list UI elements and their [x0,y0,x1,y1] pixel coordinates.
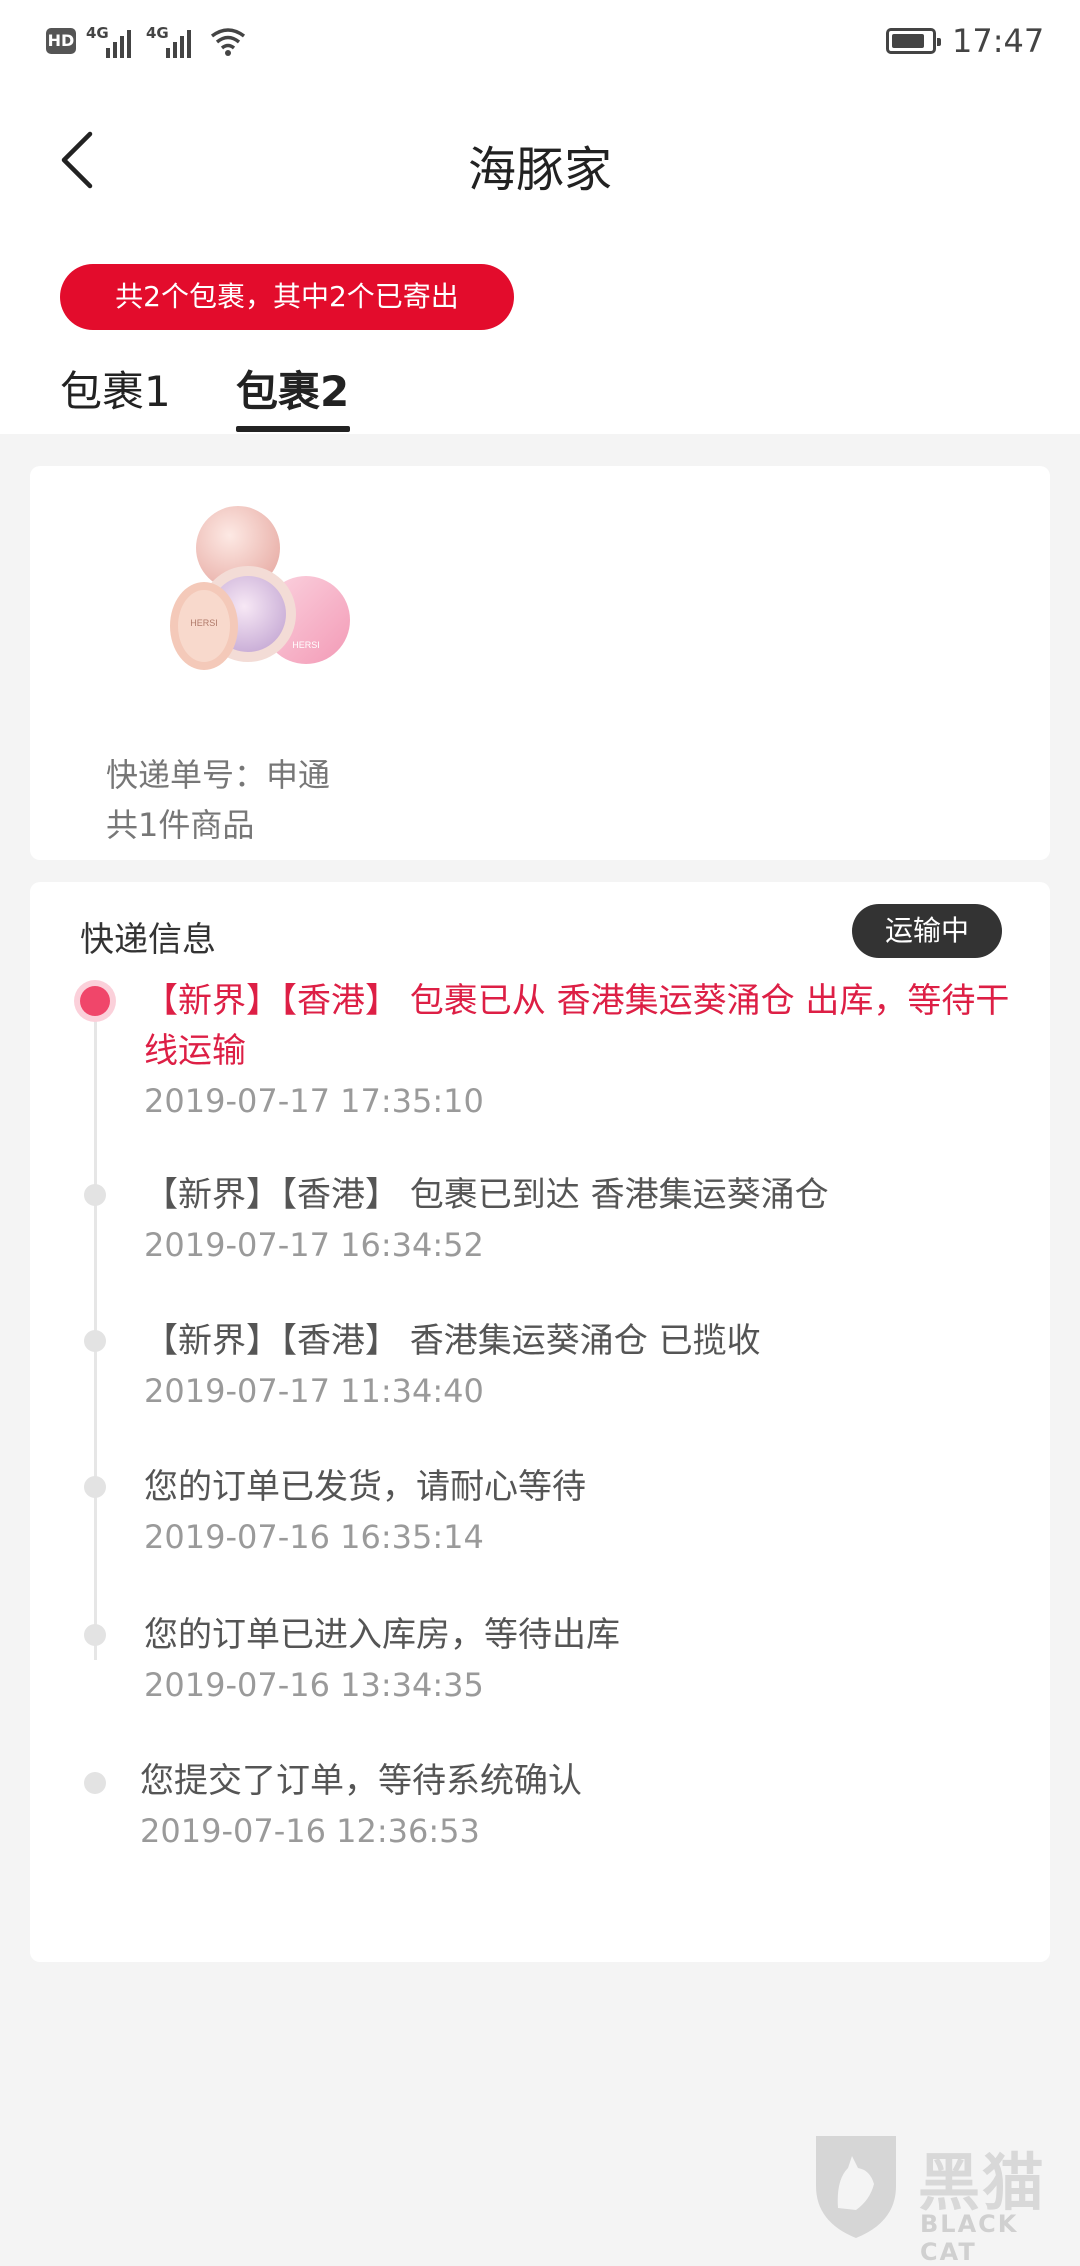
watermark-en: BLACK CAT [920,2210,1019,2266]
wifi-icon [210,28,246,56]
black-cat-shield-icon [816,2136,896,2238]
svg-text:HERSI: HERSI [292,640,320,650]
event-text: 【新界】【香港】 香港集运葵涌仓 已揽收 [144,1321,761,1361]
timeline-dot [84,1476,106,1498]
hd-indicator: HD [46,28,76,54]
item-count: 共1件商品 [106,806,255,844]
tracking-title: 快递信息 [80,920,216,960]
watermark-cn: 黑猫 [918,2146,1047,2219]
event-time: 2019-07-16 13:34:35 [144,1666,484,1704]
tracking-event: 您的订单已发货，请耐心等待 2019-07-16 16:35:14 [144,1462,1024,1556]
event-text: 【新界】【香港】 包裹已到达 香港集运葵涌仓 [144,1175,829,1215]
package-card: HERSI HERSI 快递单号：申通 共1件商品 [30,466,1050,860]
tracking-event: 【新界】【香港】 香港集运葵涌仓 已揽收 2019-07-17 11:34:40 [144,1316,1024,1410]
event-text: 您的订单已发货，请耐心等待 [144,1467,586,1507]
network-label: 4G [86,24,109,42]
event-time: 2019-07-17 16:34:52 [144,1226,484,1264]
event-time: 2019-07-16 16:35:14 [144,1518,484,1556]
watermark: 黑猫 BLACK CAT [808,2130,1080,2266]
event-time: 2019-07-17 17:35:10 [144,1082,484,1120]
signal-icon: 4G [146,24,200,58]
network-label: 4G [146,24,169,42]
tracking-event: 您提交了订单，等待系统确认 2019-07-16 12:36:53 [140,1756,1020,1850]
timeline-dot [84,1184,106,1206]
event-time: 2019-07-16 12:36:53 [140,1812,480,1850]
event-time: 2019-07-17 11:34:40 [144,1372,484,1410]
timeline-dot [84,1624,106,1646]
product-image[interactable]: HERSI HERSI [138,496,368,686]
tab-package-2[interactable]: 包裹2 [236,358,349,419]
battery-icon [886,28,941,54]
signal-icon: 4G [86,24,140,58]
tracking-event: 【新界】【香港】 包裹已从 香港集运葵涌仓 出库，等待干线运输 2019-07-… [144,976,1024,1120]
status-bar: HD 4G 4G 17:47 [0,0,1080,84]
status-time: 17:47 [952,22,1045,60]
tracking-event: 【新界】【香港】 包裹已到达 香港集运葵涌仓 2019-07-17 16:34:… [144,1170,1024,1264]
event-text: 您提交了订单，等待系统确认 [140,1761,582,1801]
tab-active-indicator [236,426,350,432]
page-title: 海豚家 [467,142,612,198]
timeline-dot [84,1330,106,1352]
tracking-event: 您的订单已进入库房，等待出库 2019-07-16 13:34:35 [144,1610,1024,1704]
status-badge: 运输中 [852,904,1002,958]
package-summary-pill: 共2个包裹，其中2个已寄出 [60,264,514,330]
svg-text:HERSI: HERSI [190,618,218,628]
timeline-dot [84,1772,106,1794]
courier-info: 快递单号：申通 [106,756,331,794]
tab-package-1[interactable]: 包裹1 [60,358,171,419]
event-text: 您的订单已进入库房，等待出库 [144,1615,620,1655]
tracking-card: 快递信息 运输中 【新界】【香港】 包裹已从 香港集运葵涌仓 出库，等待干线运输… [30,882,1050,1962]
timeline-dot-active [80,986,110,1016]
event-text: 【新界】【香港】 包裹已从 香港集运葵涌仓 出库，等待干线运输 [144,981,1010,1071]
